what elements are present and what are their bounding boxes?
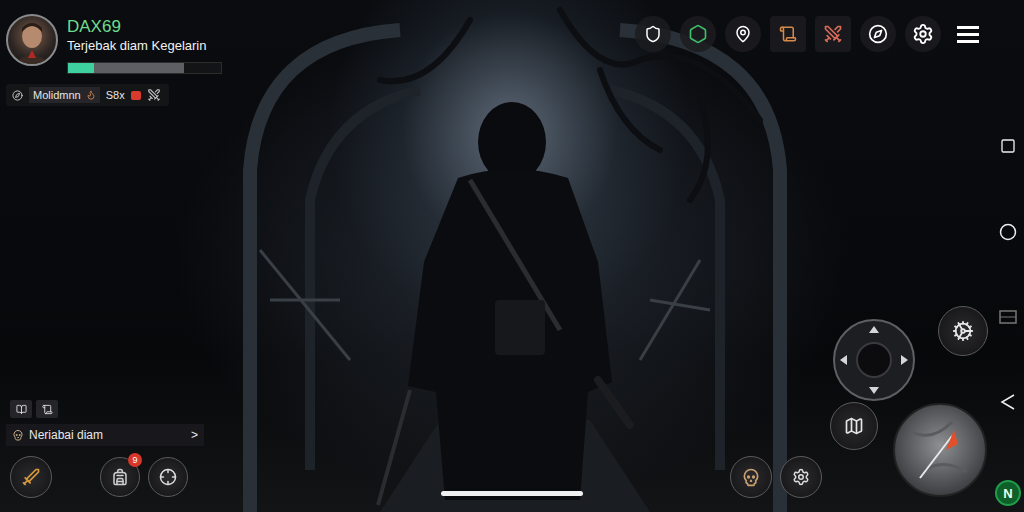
quest-tracker[interactable]: Neriabai diam > xyxy=(6,424,204,446)
minimap[interactable] xyxy=(892,402,988,498)
skill-icon xyxy=(952,320,974,342)
gear-icon xyxy=(912,23,934,45)
quest-label: Neriabai diam xyxy=(29,428,103,442)
compass-icon xyxy=(868,24,888,44)
play-area xyxy=(230,0,616,512)
alert-mark xyxy=(131,91,141,100)
joystick[interactable] xyxy=(832,318,916,402)
event-button[interactable] xyxy=(680,16,716,52)
character-icon xyxy=(823,24,843,44)
player-profile: DAX69Terjebak diam Kegelarin xyxy=(6,14,230,74)
action-buttons: 9 xyxy=(6,456,230,498)
buff-chip: Molidmnn xyxy=(29,87,100,103)
journal-button[interactable] xyxy=(10,400,32,418)
right-panel xyxy=(616,0,992,512)
crafting-button[interactable] xyxy=(148,457,188,497)
controls xyxy=(616,306,992,498)
skill-button[interactable] xyxy=(938,306,988,356)
left-panel: DAX69Terjebak diam Kegelarin Molidmnn S8x N… xyxy=(0,0,230,512)
inventory-button[interactable]: 9 xyxy=(100,457,140,497)
buff-value: S8x xyxy=(106,89,125,101)
map-group xyxy=(830,402,988,498)
buff-icon xyxy=(86,90,96,100)
gear-button[interactable] xyxy=(780,456,822,498)
location-button[interactable] xyxy=(725,16,761,52)
health-fill xyxy=(68,63,94,73)
home-indicator[interactable] xyxy=(441,491,583,496)
quest-icon xyxy=(12,429,24,441)
app-logo[interactable]: N xyxy=(995,480,1021,506)
mini-buttons xyxy=(6,400,230,418)
health-bar xyxy=(67,62,222,74)
crosshair-icon xyxy=(159,468,177,486)
swords-icon xyxy=(147,88,161,102)
player-avatar[interactable] xyxy=(6,14,58,66)
social-button[interactable] xyxy=(860,16,896,52)
player-status: Terjebak diam Kegelarin xyxy=(67,37,222,55)
scroll-icon xyxy=(42,404,53,415)
player-info: DAX69Terjebak diam Kegelarin xyxy=(67,14,222,74)
event-icon xyxy=(688,24,708,44)
pin-icon xyxy=(734,25,752,43)
buff-bar[interactable]: Molidmnn S8x xyxy=(6,84,169,106)
mask-button[interactable] xyxy=(730,456,772,498)
guild-button[interactable] xyxy=(635,16,671,52)
map-icon xyxy=(844,416,864,436)
grid-icon xyxy=(999,310,1017,324)
player-name: DAX69 xyxy=(67,17,222,37)
bottom-left-panel: Neriabai diam >9 xyxy=(6,400,230,498)
attack-button[interactable] xyxy=(10,456,52,498)
back-icon[interactable] xyxy=(1000,393,1016,411)
hamburger-icon xyxy=(957,25,979,43)
hud: DAX69Terjebak diam Kegelarin Molidmnn S8x N… xyxy=(0,0,1024,512)
quest-arrow: > xyxy=(191,428,198,442)
controls-top xyxy=(832,306,988,402)
controls-bottom xyxy=(730,402,988,498)
sword-icon xyxy=(21,467,41,487)
system-nav: N xyxy=(992,0,1024,512)
shield-icon xyxy=(644,25,662,43)
cog-icon xyxy=(792,468,810,486)
scroll-button[interactable] xyxy=(36,400,58,418)
quest-book-button[interactable] xyxy=(770,16,806,52)
map-button[interactable] xyxy=(830,402,878,450)
game-screen: DAX69Terjebak diam Kegelarin Molidmnn S8x N… xyxy=(0,0,1024,512)
character-button[interactable] xyxy=(815,16,851,52)
top-menu xyxy=(616,16,992,52)
mask-icon xyxy=(741,467,761,487)
buff-label: Molidmnn xyxy=(33,89,81,101)
scroll-icon xyxy=(779,25,797,43)
home-icon xyxy=(999,223,1017,241)
portrait-icon xyxy=(8,16,56,64)
book-icon xyxy=(16,404,27,415)
recents-icon xyxy=(1000,138,1016,154)
inventory-badge: 9 xyxy=(128,453,142,467)
settings-button[interactable] xyxy=(905,16,941,52)
backpack-icon xyxy=(111,468,129,486)
search-icon xyxy=(12,90,23,101)
player-panel: DAX69Terjebak diam Kegelarin Molidmnn S8x xyxy=(6,14,230,106)
quest-label-group: Neriabai diam xyxy=(12,428,103,442)
menu-button[interactable] xyxy=(950,16,986,52)
